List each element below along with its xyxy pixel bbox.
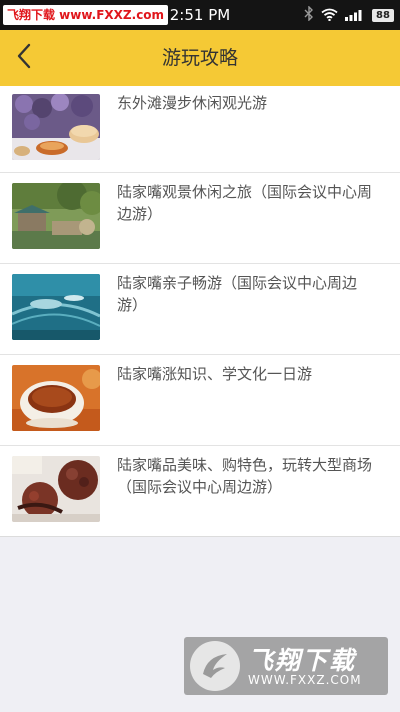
list-item[interactable]: 陆家嘴品美味、购特色，玩转大型商场（国际会议中心周边游） <box>0 446 400 536</box>
item-title: 东外滩漫步休闲观光游 <box>117 94 268 112</box>
item-thumbnail <box>12 365 100 431</box>
logo-name: 飞翔下载 <box>248 646 357 675</box>
page-title: 游玩攻略 <box>161 47 238 69</box>
list-item[interactable]: 陆家嘴涨知识、学文化一日游 <box>0 355 400 446</box>
item-title: 陆家嘴涨知识、学文化一日游 <box>117 365 313 383</box>
nav-bar: 游玩攻略 <box>0 30 400 86</box>
signal-icon <box>345 6 365 25</box>
bluetooth-icon <box>304 4 314 25</box>
item-thumbnail <box>12 183 100 249</box>
guide-list: 东外滩漫步休闲观光游 陆家嘴观景休闲之旅（国际会议中心周边游） 陆家嘴亲子畅游（… <box>0 86 400 537</box>
item-title: 陆家嘴观景休闲之旅（国际会议中心周边游） <box>117 183 373 223</box>
status-icons: 88 <box>304 4 394 25</box>
logo-icon <box>190 641 240 691</box>
logo-url: WWW.FXXZ.COM <box>248 673 362 687</box>
item-thumbnail <box>12 274 100 340</box>
item-title: 陆家嘴品美味、购特色，玩转大型商场（国际会议中心周边游） <box>117 456 373 496</box>
item-thumbnail <box>12 456 100 522</box>
item-title: 陆家嘴亲子畅游（国际会议中心周边游） <box>117 274 358 314</box>
item-thumbnail <box>12 94 100 160</box>
watermark-logo: 飞翔下载 WWW.FXXZ.COM <box>184 637 388 695</box>
list-item[interactable]: 东外滩漫步休闲观光游 <box>0 86 400 173</box>
wifi-icon <box>321 6 338 25</box>
list-item[interactable]: 陆家嘴观景休闲之旅（国际会议中心周边游） <box>0 173 400 264</box>
battery-icon: 88 <box>372 8 394 22</box>
list-item[interactable]: 陆家嘴亲子畅游（国际会议中心周边游） <box>0 264 400 355</box>
status-bar: 飞翔下载 www.FXXZ.com 2:51 PM 88 <box>0 0 400 30</box>
